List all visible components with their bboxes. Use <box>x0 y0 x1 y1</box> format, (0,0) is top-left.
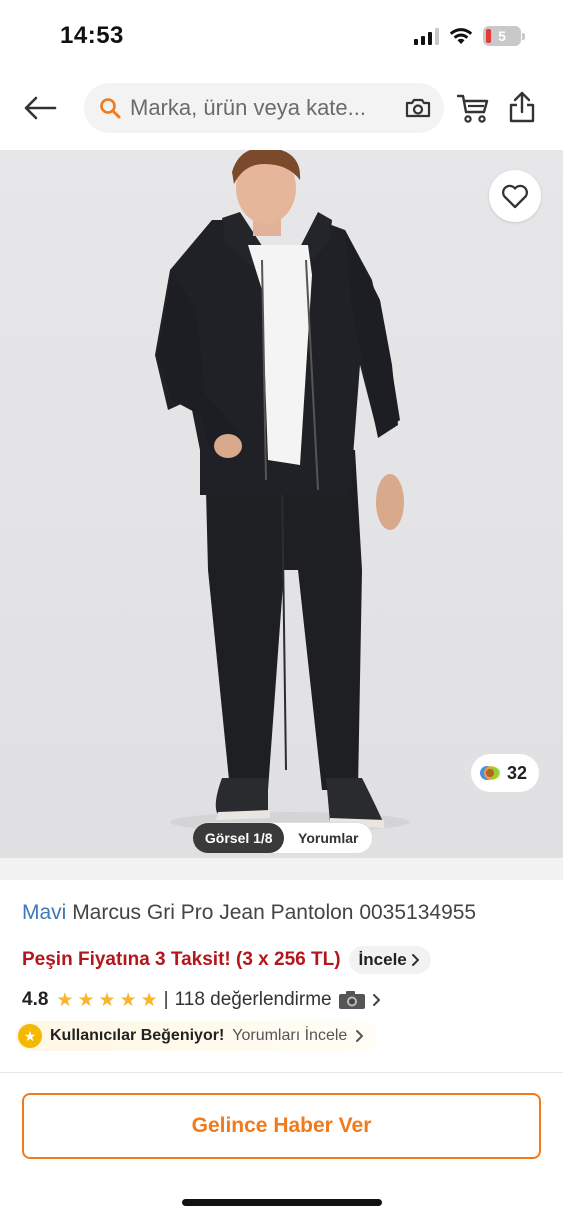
image-tabs: Görsel 1/8 Yorumlar <box>192 822 373 854</box>
header: Marka, ürün veya kate... <box>0 78 563 140</box>
search-icon <box>100 98 121 119</box>
bottom-action-bar: Gelince Haber Ver <box>0 1072 563 1219</box>
search-placeholder: Marka, ürün veya kate... <box>130 95 366 120</box>
notify-when-available-button[interactable]: Gelince Haber Ver <box>22 1093 541 1159</box>
tab-gallery[interactable]: Görsel 1/8 <box>193 823 285 853</box>
brand-link[interactable]: Mavi <box>22 901 66 924</box>
product-image[interactable]: 32 Görsel 1/8 Yorumlar <box>0 150 563 858</box>
star-icon: ★ <box>77 989 95 1011</box>
color-count: 32 <box>506 762 527 783</box>
status-bar: 14:53 5 <box>0 0 563 75</box>
chevron-right-icon <box>411 954 419 966</box>
arrow-left-icon <box>24 96 57 120</box>
star-icon: ★ <box>98 989 116 1011</box>
users-like-label: Kullanıcılar Beğeniyor! <box>50 1027 225 1044</box>
home-indicator[interactable] <box>182 1199 382 1206</box>
battery-level: 5 <box>498 28 506 44</box>
star-icon: ★ <box>56 989 74 1011</box>
color-palette-icon <box>479 766 500 780</box>
section-separator <box>0 858 563 880</box>
back-button[interactable] <box>20 90 60 126</box>
users-like-banner[interactable]: ★ Kullanıcılar Beğeniyor! Yorumları İnce… <box>16 1021 378 1051</box>
cart-button[interactable] <box>456 92 492 126</box>
wifi-icon <box>449 28 473 44</box>
battery-icon: 5 <box>483 26 521 46</box>
chevron-right-icon <box>356 1030 364 1042</box>
tab-reviews[interactable]: Yorumlar <box>284 823 372 853</box>
see-reviews-link[interactable]: Yorumları İncele <box>232 1027 347 1045</box>
installment-row: Peşin Fiyatına 3 Taksit! (3 x 256 TL) İn… <box>22 946 431 974</box>
photo-reviews-icon <box>338 991 365 1009</box>
search-input[interactable]: Marka, ürün veya kate... <box>84 83 444 133</box>
cart-icon <box>456 94 489 123</box>
signal-icon <box>414 27 439 45</box>
chevron-right-icon <box>372 994 380 1006</box>
installment-detail-label: İncele <box>358 950 407 969</box>
heart-icon <box>502 184 528 209</box>
star-icon: ★ <box>119 989 137 1011</box>
rating-value: 4.8 <box>22 989 49 1010</box>
rating-row[interactable]: 4.8 ★ ★ ★ ★ ★ | 118 değerlendirme <box>22 989 382 1011</box>
status-icons: 5 <box>414 26 525 46</box>
star-icon: ★ <box>140 989 158 1011</box>
color-options-badge[interactable]: 32 <box>470 754 539 792</box>
rating-divider: | <box>163 989 169 1010</box>
share-button[interactable] <box>507 90 539 126</box>
status-time: 14:53 <box>60 22 124 49</box>
camera-icon[interactable] <box>404 96 432 120</box>
model-photo <box>155 150 410 832</box>
installment-detail-button[interactable]: İncele <box>348 946 431 974</box>
product-title: Mavi Marcus Gri Pro Jean Pantolon 003513… <box>22 901 476 925</box>
star-rating: ★ ★ ★ ★ ★ <box>56 991 157 1010</box>
reviews-count: 118 değerlendirme <box>174 989 332 1010</box>
installment-text: Peşin Fiyatına 3 Taksit! (3 x 256 TL) <box>22 949 341 970</box>
product-name: Marcus Gri Pro Jean Pantolon 0035134955 <box>72 901 477 924</box>
favorite-button[interactable] <box>489 170 541 222</box>
star-badge-icon: ★ <box>18 1024 42 1048</box>
share-icon <box>509 91 535 123</box>
